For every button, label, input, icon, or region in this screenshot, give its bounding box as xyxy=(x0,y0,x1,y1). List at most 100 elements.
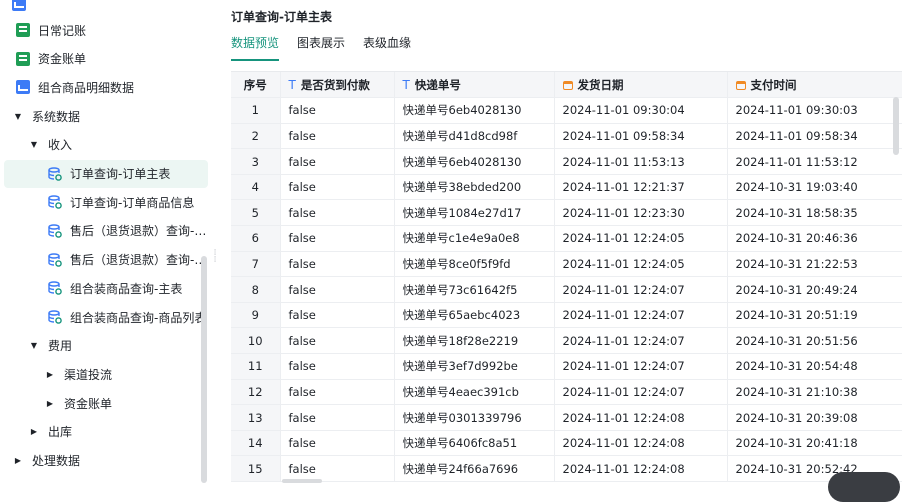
data-table: 序号 T 是否货到付款 T 快递单号 发货日期 支付时间 1 false 快递单号6eb4028… xyxy=(231,72,902,482)
column-header-label: 快递单号 xyxy=(414,77,461,92)
sidebar-item[interactable]: ▶ 处理数据 xyxy=(4,447,208,475)
sidebar-item[interactable]: ▶ 出库 xyxy=(4,418,208,446)
table-row[interactable]: 12 false 快递单号4eaec391cb 2024-11-01 12:24:07… xyxy=(231,379,902,406)
data-preview-table: 序号 T 是否货到付款 T 快递单号 发货日期 支付时间 1 false 快递单号6eb4028… xyxy=(231,71,902,484)
caret-right-icon[interactable]: ▶ xyxy=(28,427,40,436)
table-cell: 快递单号6406fc8a51 xyxy=(394,430,555,457)
table-row[interactable]: 4 false 快递单号38ebded200 2024-11-01 12:21:37 2… xyxy=(231,174,902,201)
sidebar-item[interactable]: 售后（退货退款）查询-退货单主表 xyxy=(4,217,208,245)
tab-2[interactable]: 表级血缘 xyxy=(363,34,411,62)
table-cell: 4 xyxy=(231,174,281,201)
table-cell: 2024-10-31 20:51:56 xyxy=(727,327,902,355)
table-cell: 快递单号73c61642f5 xyxy=(394,276,555,303)
table-cell: 10 xyxy=(231,327,281,355)
table-vertical-scrollbar[interactable] xyxy=(893,97,899,155)
column-header[interactable]: 支付时间 xyxy=(727,72,902,99)
panel-resize-handle[interactable]: ⁞ ⁞ xyxy=(212,249,218,280)
table-cell: 2024-11-01 12:24:07 xyxy=(554,353,728,380)
table-cell: 2024-10-31 20:54:48 xyxy=(727,353,902,380)
table-row[interactable]: 11 false 快递单号3ef7d992be 2024-11-01 12:24:07… xyxy=(231,353,902,380)
table-row[interactable]: 15 false 快递单号24f66a7696 2024-11-01 12:24:08… xyxy=(231,455,902,482)
table-cell: false xyxy=(280,302,395,329)
caret-right-icon[interactable]: ▶ xyxy=(44,399,56,408)
sidebar-item-label: 资金账单 xyxy=(38,52,87,67)
table-cell: false xyxy=(280,123,395,150)
table-row[interactable]: 8 false 快递单号73c61642f5 2024-11-01 12:24:07 2… xyxy=(231,276,902,303)
column-header-label: 序号 xyxy=(243,77,267,92)
column-header[interactable]: 发货日期 xyxy=(554,72,728,99)
sidebar-item[interactable]: ▼ 收入 xyxy=(4,131,208,159)
table-row[interactable]: 9 false 快递单号65aebc4023 2024-11-01 12:24:07 2… xyxy=(231,302,902,329)
table-row[interactable]: 5 false 快递单号1084e27d17 2024-11-01 12:23:30 2… xyxy=(231,199,902,227)
floating-action-button[interactable] xyxy=(828,472,900,502)
sidebar-item[interactable]: 组合商品明细数据 xyxy=(4,73,208,101)
caret-down-icon[interactable]: ▼ xyxy=(12,112,24,121)
caret-right-icon[interactable]: ▶ xyxy=(12,456,24,465)
sidebar-item[interactable]: 订单查询-订单商品信息 xyxy=(4,188,208,216)
sidebar-item[interactable]: ▼ 费用 xyxy=(4,332,208,360)
sidebar-item[interactable]: ▶ 渠道投流 xyxy=(4,360,208,388)
sidebar-item[interactable]: ▶ 资金账单 xyxy=(4,389,208,417)
table-cell: false xyxy=(280,404,395,431)
table-row[interactable]: 2 false 快递单号d41d8cd98f 2024-11-01 09:58:34 2… xyxy=(231,123,902,150)
table-cell: false xyxy=(280,199,395,227)
sidebar-item[interactable]: 组合装商品查询-主表 xyxy=(4,274,208,302)
table-cell: false xyxy=(280,251,395,278)
table-cell: 快递单号3ef7d992be xyxy=(394,353,555,380)
date-type-icon xyxy=(562,80,573,90)
table-row[interactable]: 7 false 快递单号8ce0f5f9fd 2024-11-01 12:24:05 2… xyxy=(231,251,902,278)
column-header[interactable]: T 是否货到付款 xyxy=(280,72,395,99)
tab-0[interactable]: 数据预览 xyxy=(231,34,280,62)
table-cell: 快递单号18f28e2219 xyxy=(394,327,555,355)
sidebar-item[interactable]: 组合装商品查询-商品列表 xyxy=(4,303,208,331)
sheet-icon xyxy=(16,51,30,66)
table-cell: 2024-11-01 09:58:34 xyxy=(554,123,728,150)
caret-right-icon[interactable]: ▶ xyxy=(44,370,56,379)
db-icon xyxy=(48,310,62,324)
sidebar-item-label: 组合商品明细数据 xyxy=(38,80,135,95)
caret-down-icon[interactable]: ▼ xyxy=(28,341,40,350)
column-header[interactable]: T 快递单号 xyxy=(394,72,555,99)
table-cell: false xyxy=(280,430,395,457)
table-cell: 2024-10-31 21:10:38 xyxy=(727,379,902,406)
sidebar-item[interactable]: 售后（退货退款）查询-退货商品信息 xyxy=(4,246,208,274)
sidebar-item-label: 售后（退货退款）查询-退货单主表 xyxy=(70,224,208,239)
table-cell: 2024-10-31 20:41:18 xyxy=(727,430,902,457)
table-cell: 2024-11-01 12:21:37 xyxy=(554,174,728,201)
sidebar-item-label: 订单查询-订单商品信息 xyxy=(70,195,195,210)
table-cell: 2024-11-01 12:24:07 xyxy=(554,302,728,329)
sidebar-item-label: 组合装商品查询-商品列表 xyxy=(70,310,207,325)
table-horizontal-scrollbar[interactable] xyxy=(282,479,322,483)
table-cell: 2024-11-01 09:58:34 xyxy=(727,123,902,150)
table-row[interactable]: 13 false 快递单号0301339796 2024-11-01 12:24:08… xyxy=(231,404,902,431)
table-row[interactable]: 6 false 快递单号c1e4e9a0e8 2024-11-01 12:24:05 2… xyxy=(231,225,902,252)
caret-down-icon[interactable]: ▼ xyxy=(28,140,40,149)
table-row[interactable]: 3 false 快递单号6eb4028130 2024-11-01 11:53:13 2… xyxy=(231,148,902,175)
table-cell: 11 xyxy=(231,353,281,380)
table-cell: 2024-10-31 20:39:08 xyxy=(727,404,902,431)
table-cell: false xyxy=(280,455,395,482)
sidebar-item[interactable]: ▼ 系统数据 xyxy=(4,102,208,130)
sidebar-item-label: 费用 xyxy=(48,339,73,354)
table-cell: 14 xyxy=(231,430,281,457)
sidebar-item[interactable]: 日常记账 xyxy=(4,16,208,44)
sidebar-item[interactable]: 资金账单 xyxy=(4,45,208,73)
table-cell: 2024-11-01 12:24:08 xyxy=(554,455,728,482)
column-header-label: 支付时间 xyxy=(750,77,797,92)
table-row[interactable]: 10 false 快递单号18f28e2219 2024-11-01 12:24:07… xyxy=(231,327,902,355)
sidebar-scrollbar[interactable] xyxy=(201,256,207,483)
table-row[interactable]: 14 false 快递单号6406fc8a51 2024-11-01 12:24:08… xyxy=(231,430,902,457)
db-icon xyxy=(48,195,62,209)
db-icon xyxy=(48,224,62,238)
table-header-row: 序号 T 是否货到付款 T 快递单号 发货日期 支付时间 xyxy=(231,72,902,99)
table-cell: 快递单号38ebded200 xyxy=(394,174,555,201)
tab-1[interactable]: 图表展示 xyxy=(297,34,345,62)
column-header[interactable]: 序号 xyxy=(231,72,281,99)
sidebar-item-label: 组合装商品查询-主表 xyxy=(70,281,183,296)
sidebar-item[interactable]: 订单查询-订单主表 xyxy=(4,159,208,188)
table-cell: 12 xyxy=(231,379,281,406)
table-cell: 2024-11-01 11:53:12 xyxy=(727,148,902,175)
table-cell: false xyxy=(280,148,395,175)
table-cell: 快递单号c1e4e9a0e8 xyxy=(394,225,555,252)
table-row[interactable]: 1 false 快递单号6eb4028130 2024-11-01 09:30:04 2… xyxy=(231,97,902,124)
